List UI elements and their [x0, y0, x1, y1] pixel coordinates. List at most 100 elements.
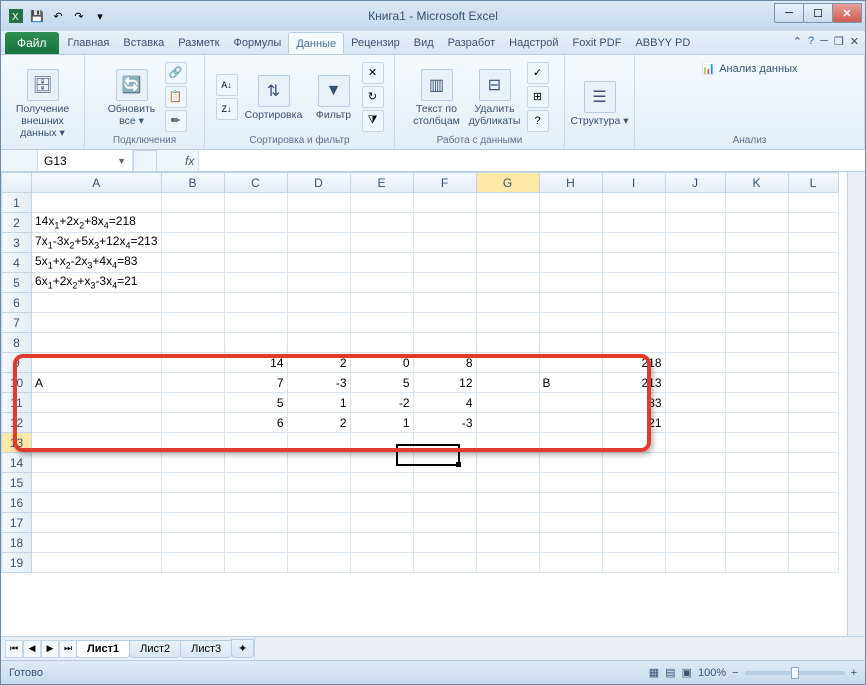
cell-C15[interactable]	[224, 473, 287, 493]
save-icon[interactable]: 💾	[28, 7, 46, 25]
redo-icon[interactable]: ↷	[70, 7, 88, 25]
col-header-B[interactable]: B	[161, 173, 224, 193]
cell-L11[interactable]	[788, 393, 838, 413]
row-header-17[interactable]: 17	[2, 513, 32, 533]
cell-A10[interactable]: A	[32, 373, 162, 393]
cell-I12[interactable]: 21	[602, 413, 665, 433]
cell-A3[interactable]: 7x1-3x2+5x3+12x4=213	[32, 233, 162, 253]
row-header-11[interactable]: 11	[2, 393, 32, 413]
cell-H12[interactable]	[539, 413, 602, 433]
cell-K7[interactable]	[725, 313, 788, 333]
cell-C19[interactable]	[224, 553, 287, 573]
cell-D10[interactable]: -3	[287, 373, 350, 393]
cell-A2[interactable]: 14x1+2x2+8x4=218	[32, 213, 162, 233]
col-header-J[interactable]: J	[665, 173, 725, 193]
cell-K17[interactable]	[725, 513, 788, 533]
cell-J15[interactable]	[665, 473, 725, 493]
cell-H6[interactable]	[539, 293, 602, 313]
cell-E12[interactable]: 1	[350, 413, 413, 433]
cell-L10[interactable]	[788, 373, 838, 393]
cell-K8[interactable]	[725, 333, 788, 353]
cell-E4[interactable]	[350, 253, 413, 273]
cell-H15[interactable]	[539, 473, 602, 493]
row-header-19[interactable]: 19	[2, 553, 32, 573]
tab-nav-first-icon[interactable]: ⏮	[5, 640, 23, 658]
cell-I8[interactable]	[602, 333, 665, 353]
cell-K19[interactable]	[725, 553, 788, 573]
row-header-4[interactable]: 4	[2, 253, 32, 273]
cell-B5[interactable]	[161, 273, 224, 293]
cell-K4[interactable]	[725, 253, 788, 273]
cell-L13[interactable]	[788, 433, 838, 453]
cell-H13[interactable]	[539, 433, 602, 453]
cell-G12[interactable]	[476, 413, 539, 433]
cell-H9[interactable]	[539, 353, 602, 373]
cell-C13[interactable]	[224, 433, 287, 453]
cell-H3[interactable]	[539, 233, 602, 253]
cell-E7[interactable]	[350, 313, 413, 333]
cell-J1[interactable]	[665, 193, 725, 213]
cell-G11[interactable]	[476, 393, 539, 413]
cell-C6[interactable]	[224, 293, 287, 313]
cell-L12[interactable]	[788, 413, 838, 433]
cell-F4[interactable]	[413, 253, 476, 273]
row-header-9[interactable]: 9	[2, 353, 32, 373]
cell-G2[interactable]	[476, 213, 539, 233]
vertical-scrollbar[interactable]	[847, 172, 865, 636]
cell-K11[interactable]	[725, 393, 788, 413]
cell-F2[interactable]	[413, 213, 476, 233]
cell-A1[interactable]	[32, 193, 162, 213]
cell-F13[interactable]	[413, 433, 476, 453]
cell-L5[interactable]	[788, 273, 838, 293]
cell-I18[interactable]	[602, 533, 665, 553]
view-layout-icon[interactable]: ▤	[665, 666, 675, 679]
refresh-all-button[interactable]: 🔄Обновить все ▾	[103, 66, 161, 127]
row-header-2[interactable]: 2	[2, 213, 32, 233]
cell-B18[interactable]	[161, 533, 224, 553]
cell-B7[interactable]	[161, 313, 224, 333]
cell-J16[interactable]	[665, 493, 725, 513]
cell-B13[interactable]	[161, 433, 224, 453]
cell-J4[interactable]	[665, 253, 725, 273]
cell-L2[interactable]	[788, 213, 838, 233]
cell-K18[interactable]	[725, 533, 788, 553]
cell-G6[interactable]	[476, 293, 539, 313]
cell-C2[interactable]	[224, 213, 287, 233]
cell-I3[interactable]	[602, 233, 665, 253]
cell-G14[interactable]	[476, 453, 539, 473]
col-header-D[interactable]: D	[287, 173, 350, 193]
cell-F17[interactable]	[413, 513, 476, 533]
cell-K9[interactable]	[725, 353, 788, 373]
cell-D14[interactable]	[287, 453, 350, 473]
cell-J3[interactable]	[665, 233, 725, 253]
help-icon[interactable]: ?	[808, 35, 814, 48]
cell-C16[interactable]	[224, 493, 287, 513]
outline-button[interactable]: ☰Структура ▾	[571, 78, 629, 127]
cell-F7[interactable]	[413, 313, 476, 333]
cell-B2[interactable]	[161, 213, 224, 233]
cell-I2[interactable]	[602, 213, 665, 233]
ribbon-minimize-icon[interactable]: ⌃	[793, 35, 802, 48]
row-header-10[interactable]: 10	[2, 373, 32, 393]
clear-filter-icon[interactable]: ✕	[362, 62, 384, 84]
cell-B19[interactable]	[161, 553, 224, 573]
cell-B15[interactable]	[161, 473, 224, 493]
cell-F8[interactable]	[413, 333, 476, 353]
cell-G17[interactable]	[476, 513, 539, 533]
cell-I17[interactable]	[602, 513, 665, 533]
zoom-slider[interactable]	[745, 671, 845, 675]
cell-B6[interactable]	[161, 293, 224, 313]
row-header-12[interactable]: 12	[2, 413, 32, 433]
cell-B11[interactable]	[161, 393, 224, 413]
cell-F14[interactable]	[413, 453, 476, 473]
cell-C17[interactable]	[224, 513, 287, 533]
cell-B10[interactable]	[161, 373, 224, 393]
row-header-14[interactable]: 14	[2, 453, 32, 473]
tab-foxit[interactable]: Foxit PDF	[566, 32, 629, 54]
get-external-data-button[interactable]: 🗄Получение внешних данных ▾	[14, 66, 72, 139]
name-box[interactable]: G13▼	[38, 150, 133, 171]
cell-H1[interactable]	[539, 193, 602, 213]
row-header-15[interactable]: 15	[2, 473, 32, 493]
cell-I19[interactable]	[602, 553, 665, 573]
sort-desc-icon[interactable]: Z↓	[216, 98, 238, 120]
